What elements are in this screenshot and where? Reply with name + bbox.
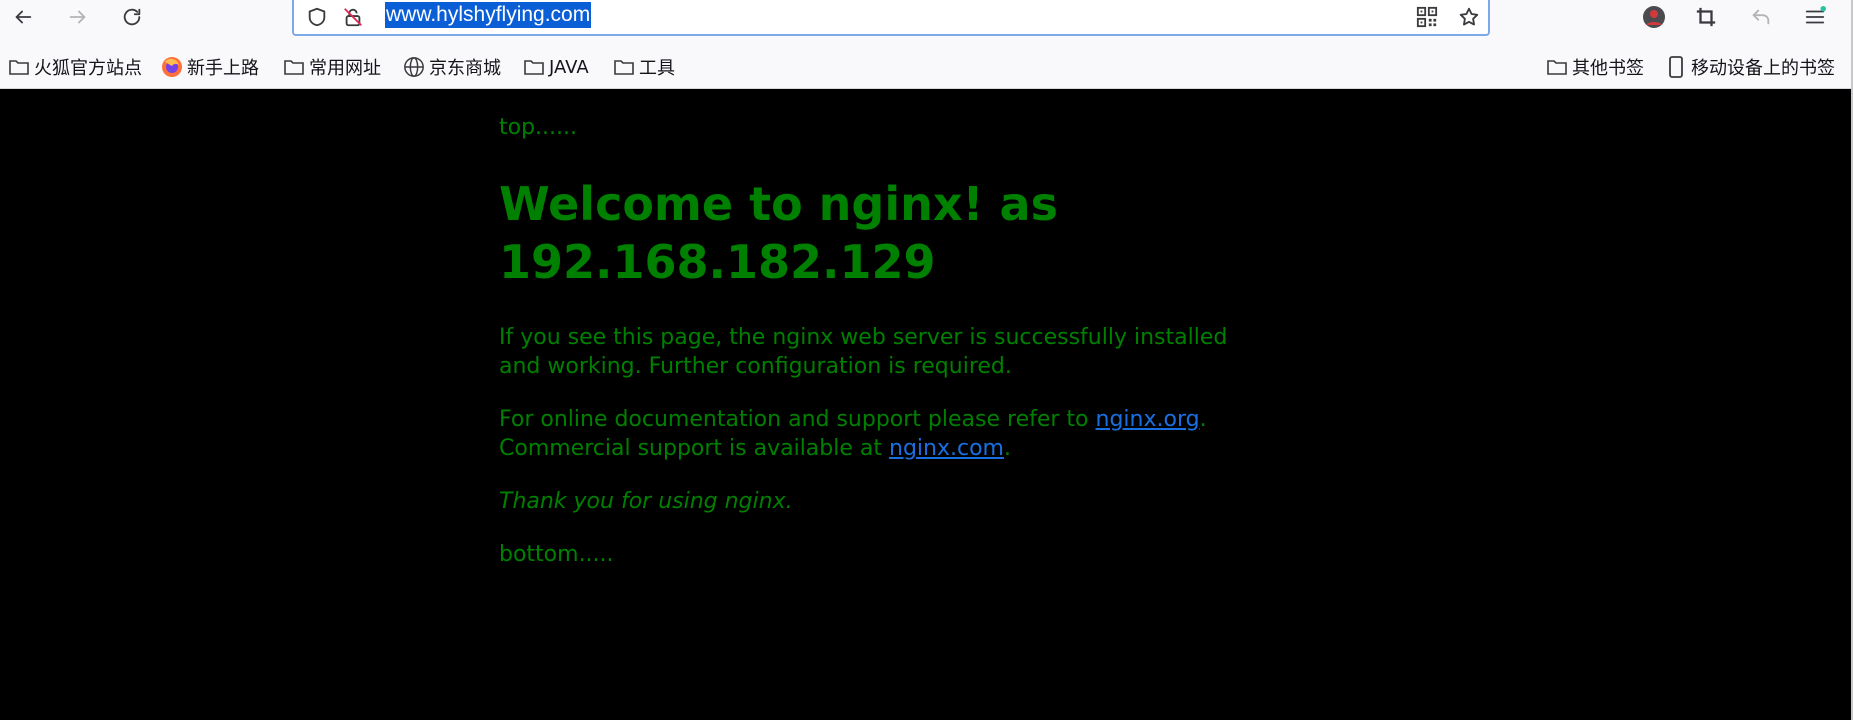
bottom-marker-text: bottom..... xyxy=(499,542,614,567)
bookmark-label: 火狐官方站点 xyxy=(34,58,142,79)
qr-code-icon[interactable] xyxy=(1414,4,1440,30)
top-marker-text: top...... xyxy=(499,115,578,140)
bookmark-folder-other[interactable]: 其他书签 xyxy=(1546,54,1644,80)
folder-icon xyxy=(613,56,635,78)
reload-icon xyxy=(123,8,141,26)
documentation-paragraph: For online documentation and support ple… xyxy=(499,405,1259,463)
reload-button[interactable] xyxy=(115,2,149,32)
bookmark-folder-common-sites[interactable]: 常用网址 xyxy=(283,54,381,80)
folder-icon xyxy=(283,56,305,78)
nginx-org-link[interactable]: nginx.org xyxy=(1096,407,1200,432)
screenshot-crop-icon[interactable] xyxy=(1690,2,1722,32)
install-message: If you see this page, the nginx web serv… xyxy=(499,325,1228,379)
bookmark-label: 新手上路 xyxy=(187,58,259,79)
bookmarks-toolbar: 火狐官方站点 新手上路 常用网址 京东商城 JAVA 工具 其他书签 移动设备上… xyxy=(0,48,1853,86)
firefox-icon xyxy=(161,56,183,78)
thank-you-text: Thank you for using nginx. xyxy=(499,489,793,514)
bookmark-getting-started[interactable]: 新手上路 xyxy=(161,54,259,80)
folder-icon xyxy=(523,56,545,78)
url-text[interactable]: www.hylshyflying.com xyxy=(385,2,592,28)
commercial-support-text: Commercial support is available at xyxy=(499,436,889,461)
folder-icon xyxy=(8,56,30,78)
bookmark-label: JAVA xyxy=(549,56,589,78)
account-avatar-icon[interactable] xyxy=(1638,2,1670,32)
bookmark-jd-mall[interactable]: 京东商城 xyxy=(403,54,501,80)
bookmark-label: 移动设备上的书签 xyxy=(1691,58,1835,79)
back-arrow-icon xyxy=(15,10,32,24)
bookmark-folder-tools[interactable]: 工具 xyxy=(613,54,675,80)
navigation-toolbar: www.hylshyflying.com xyxy=(0,0,1853,44)
bookmark-star-icon[interactable] xyxy=(1456,4,1482,30)
docs-text: For online documentation and support ple… xyxy=(499,407,1096,432)
app-menu-icon[interactable] xyxy=(1799,2,1831,32)
page-title: Welcome to nginx! as 192.168.182.129 xyxy=(499,177,1058,289)
tracking-protection-shield-icon[interactable] xyxy=(304,4,330,30)
docs-period: . xyxy=(1199,407,1207,432)
folder-icon xyxy=(1546,56,1568,78)
bookmark-folder-firefox-official[interactable]: 火狐官方站点 xyxy=(8,54,142,80)
bookmark-folder-mobile[interactable]: 移动设备上的书签 xyxy=(1665,54,1835,80)
web-page-content: top...... Welcome to nginx! as 192.168.1… xyxy=(0,89,1853,720)
undo-icon[interactable] xyxy=(1745,2,1777,32)
forward-button[interactable] xyxy=(61,2,95,32)
nginx-com-link[interactable]: nginx.com xyxy=(889,436,1004,461)
browser-chrome: www.hylshyflying.com 火狐官方站点 新手上路 常用网址 京东… xyxy=(0,0,1853,89)
globe-icon xyxy=(403,56,425,78)
url-bar[interactable]: www.hylshyflying.com xyxy=(292,0,1490,36)
bookmark-label: 其他书签 xyxy=(1572,58,1644,79)
back-button[interactable] xyxy=(6,2,40,32)
bookmark-label: 京东商城 xyxy=(429,58,501,79)
forward-arrow-icon xyxy=(69,10,86,24)
bookmark-folder-java[interactable]: JAVA xyxy=(523,54,589,80)
insecure-lock-icon[interactable] xyxy=(340,4,366,30)
bookmark-label: 常用网址 xyxy=(309,58,381,79)
mobile-icon xyxy=(1665,56,1687,78)
commercial-period: . xyxy=(1003,436,1011,461)
bookmark-label: 工具 xyxy=(639,58,675,79)
